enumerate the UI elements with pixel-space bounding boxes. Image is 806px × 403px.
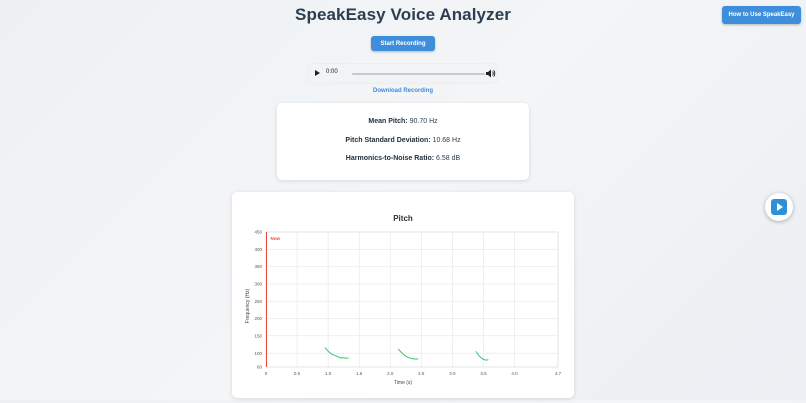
play-icon[interactable]: [315, 70, 320, 76]
pitch-chart-card: Pitch 0 0.5 1.0 1.5 2.0 2.5 3.0 3.5 4.0 4.7 60 100 1…: [232, 192, 574, 398]
floating-play-button[interactable]: [765, 193, 793, 221]
x-tick-label: 1.5: [356, 371, 363, 376]
app-title: SpeakEasy Voice Analyzer: [295, 5, 511, 24]
start-recording-button[interactable]: Start Recording: [371, 36, 435, 51]
x-tick-label: 4.7: [555, 371, 562, 376]
x-tick-label: 0.5: [294, 371, 301, 376]
x-tick-label: 0: [265, 371, 268, 376]
pitch-sd-stat: Pitch Standard Deviation: 10.68 Hz: [277, 137, 529, 144]
player-seek-bar[interactable]: [352, 73, 485, 75]
y-tick-label: 200: [254, 316, 262, 321]
y-tick-label: 150: [254, 333, 262, 338]
pitch-chart: Pitch 0 0.5 1.0 1.5 2.0 2.5 3.0 3.5 4.0 4.7 60 100 1…: [245, 214, 562, 386]
chart-series: [324, 347, 489, 361]
y-tick-label: 60: [257, 365, 263, 370]
x-axis-label: Time (s): [394, 380, 412, 386]
pitch-sd-value: 10.68 Hz: [432, 137, 461, 144]
audio-player: 0:00: [309, 64, 497, 83]
volume-icon[interactable]: [486, 69, 496, 78]
download-recording-link[interactable]: Download Recording: [0, 88, 806, 94]
how-to-use-button[interactable]: How to Use SpeakEasy: [722, 6, 801, 24]
y-tick-label: 100: [254, 351, 262, 356]
pitch-sd-label: Pitch Standard Deviation:: [345, 137, 431, 144]
chart-grid: [265, 231, 559, 368]
pitch-line-segment: [397, 348, 419, 360]
hnr-stat: Harmonics-to-Noise Ratio: 6.58 dB: [277, 155, 529, 162]
y-tick-label: 450: [254, 230, 262, 235]
stats-card: Mean Pitch: 90.70 Hz Pitch Standard Devi…: [277, 103, 529, 180]
chart-ticks: 0 0.5 1.0 1.5 2.0 2.5 3.0 3.5 4.0 4.7 60 100 150 200 2…: [254, 230, 561, 376]
x-tick-label: 3.5: [480, 371, 487, 376]
chart-title: Pitch: [393, 214, 413, 223]
mean-pitch-value: 90.70 Hz: [409, 118, 438, 125]
hnr-label: Harmonics-to-Noise Ratio:: [345, 155, 435, 162]
pitch-line-segment: [475, 351, 489, 361]
mean-pitch-stat: Mean Pitch: 90.70 Hz: [277, 118, 529, 125]
y-tick-label: 350: [254, 264, 262, 269]
x-tick-label: 2.5: [418, 371, 425, 376]
x-tick-label: 1.0: [325, 371, 332, 376]
mean-pitch-label: Mean Pitch:: [368, 118, 408, 125]
plot-border: [265, 231, 559, 368]
y-axis-label: Frequency (Hz): [245, 288, 251, 323]
now-marker-group: Now: [266, 232, 281, 367]
x-tick-label: 4.0: [511, 371, 518, 376]
hnr-value: 6.58 dB: [436, 155, 461, 162]
now-marker-label: Now: [271, 236, 281, 241]
player-time: 0:00: [326, 69, 338, 75]
x-tick-label: 3.0: [449, 371, 456, 376]
x-tick-label: 2.0: [387, 371, 394, 376]
play-icon: [771, 199, 787, 215]
y-tick-label: 400: [254, 247, 262, 252]
y-tick-label: 250: [254, 299, 262, 304]
y-tick-label: 300: [254, 282, 262, 287]
